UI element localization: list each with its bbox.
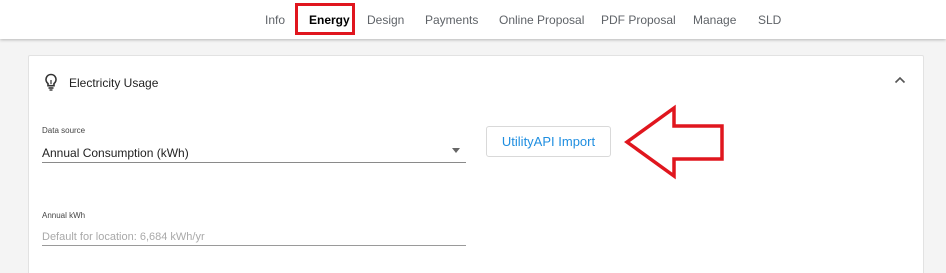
top-nav-bar: Info Energy Design Payments Online Propo… [0,0,946,39]
tab-manage[interactable]: Manage [693,13,736,27]
chevron-up-icon[interactable] [893,74,907,86]
data-source-underline [42,162,466,163]
tab-online-proposal[interactable]: Online Proposal [499,13,584,27]
annual-kwh-label: Annual kWh [42,211,86,220]
active-tab-highlight-box [295,3,355,35]
lightbulb-icon [45,73,57,91]
data-source-select[interactable]: Annual Consumption (kWh) [42,146,189,160]
dropdown-arrow-icon[interactable] [452,148,460,153]
data-source-label: Data source [42,126,86,135]
tab-payments[interactable]: Payments [425,13,478,27]
tab-info[interactable]: Info [265,13,285,27]
annotation-arrow-icon [624,104,724,180]
annual-kwh-underline [42,245,466,246]
section-title: Electricity Usage [69,76,159,90]
utilityapi-import-button[interactable]: UtilityAPI Import [486,126,611,157]
tab-sld[interactable]: SLD [758,13,781,27]
annual-kwh-input[interactable]: Default for location: 6,684 kWh/yr [42,231,205,243]
tab-design[interactable]: Design [367,13,404,27]
tab-pdf-proposal[interactable]: PDF Proposal [601,13,676,27]
